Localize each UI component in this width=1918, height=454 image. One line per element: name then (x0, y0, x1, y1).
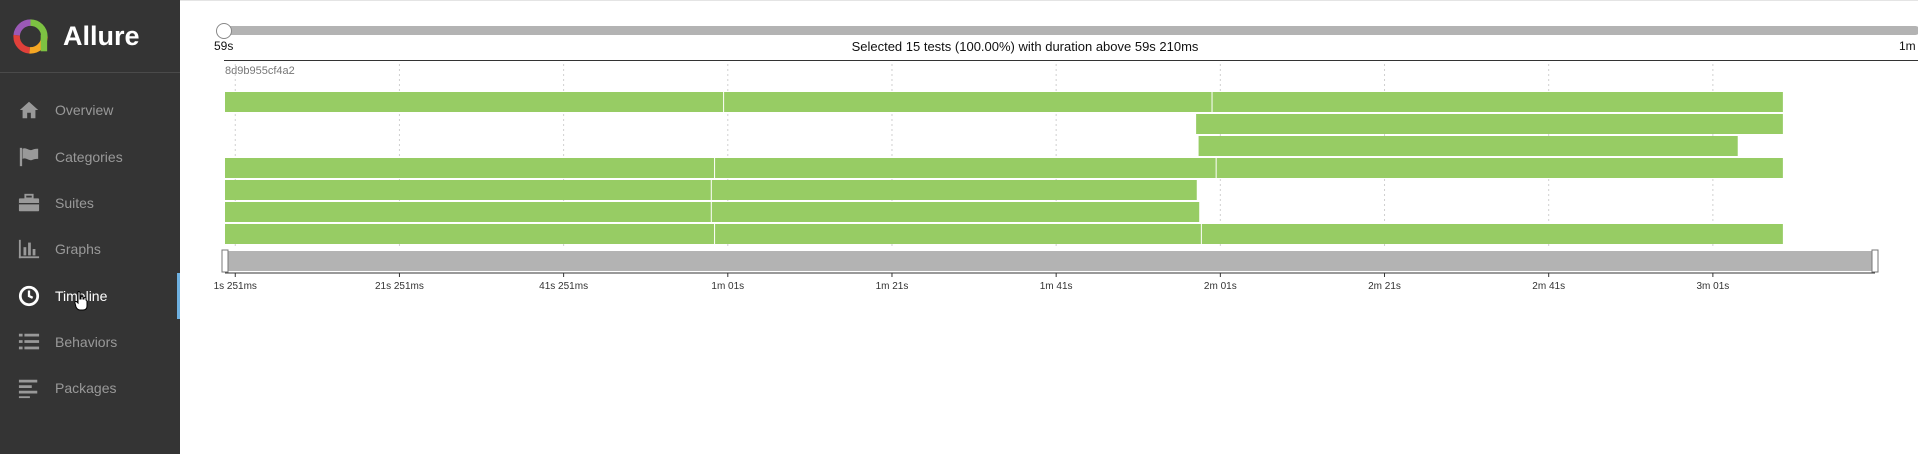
x-tick-label: 2m 01s (1204, 281, 1237, 292)
test-duration-bar[interactable] (225, 92, 724, 112)
sidebar-item-label: Behaviors (55, 334, 118, 350)
test-duration-bar[interactable] (1196, 114, 1783, 134)
test-duration-bar[interactable] (225, 180, 711, 200)
timeline-bars (225, 92, 1783, 244)
x-tick-label: 1m 21s (876, 281, 909, 292)
sidebar-divider (0, 72, 180, 73)
home-icon (17, 98, 41, 122)
clock-icon (17, 284, 41, 308)
timeline-brush[interactable] (221, 249, 1879, 273)
list-icon (17, 330, 41, 354)
sidebar-item-timeline[interactable]: Timeline (0, 273, 180, 319)
sidebar-item-graphs[interactable]: Graphs (0, 226, 180, 272)
sidebar-item-label: Categories (55, 149, 123, 165)
test-duration-bar[interactable] (225, 158, 715, 178)
sidebar-item-packages[interactable]: Packages (0, 365, 180, 411)
sidebar-item-label: Suites (55, 195, 94, 211)
x-tick-label: 1m 01s (711, 281, 744, 292)
test-duration-bar[interactable] (1198, 136, 1738, 156)
test-duration-bar[interactable] (1216, 158, 1783, 178)
x-tick-label: 3m 01s (1696, 281, 1729, 292)
sidebar-item-suites[interactable]: Suites (0, 180, 180, 226)
test-duration-bar[interactable] (711, 180, 1197, 200)
test-duration-bar[interactable] (724, 92, 1212, 112)
sidebar-item-categories[interactable]: Categories (0, 134, 180, 180)
brush-selection[interactable] (225, 251, 1875, 271)
x-tick-label: 2m 21s (1368, 281, 1401, 292)
timeline-chart: 1s 251ms 21s 251ms 41s 251ms 1m 01s 1m 21s 1m… (214, 64, 1879, 292)
sidebar-item-label: Packages (55, 380, 117, 396)
test-duration-bar[interactable] (225, 202, 711, 222)
briefcase-icon (17, 191, 41, 215)
test-duration-bar[interactable] (1212, 92, 1783, 112)
sidebar-item-overview[interactable]: Overview (0, 87, 180, 133)
test-duration-bar[interactable] (715, 158, 1216, 178)
x-tick-label: 21s 251ms (375, 281, 424, 292)
allure-logo-icon (13, 18, 48, 54)
hand-cursor-icon (74, 291, 88, 311)
brand[interactable]: Allure (12, 16, 140, 56)
sidebar: Allure Overview Categories Suites Graphs… (0, 0, 180, 454)
x-tick-label: 41s 251ms (539, 281, 588, 292)
test-duration-bar[interactable] (711, 202, 1200, 222)
brush-handle-left[interactable] (221, 249, 229, 273)
bar-chart-icon (17, 237, 41, 261)
timeline-x-axis: 1s 251ms 21s 251ms 41s 251ms 1m 01s 1m 21s 1m… (214, 272, 1875, 292)
align-left-icon (17, 376, 41, 400)
app-name: Allure (63, 20, 140, 51)
test-duration-bar[interactable] (225, 224, 715, 244)
test-duration-bar[interactable] (1201, 224, 1783, 244)
x-tick-label: 2m 41s (1532, 281, 1565, 292)
x-tick-label: 1s 251ms (214, 281, 257, 292)
flag-icon (17, 145, 41, 169)
sidebar-item-label: Overview (55, 102, 114, 118)
brush-handle-right[interactable] (1871, 249, 1879, 273)
sidebar-item-label: Graphs (55, 241, 101, 257)
test-duration-bar[interactable] (715, 224, 1201, 244)
timeline-page: 59s Selected 15 tests (100.00%) with dur… (180, 0, 1918, 454)
x-tick-label: 1m 41s (1040, 281, 1073, 292)
sidebar-item-behaviors[interactable]: Behaviors (0, 319, 180, 365)
